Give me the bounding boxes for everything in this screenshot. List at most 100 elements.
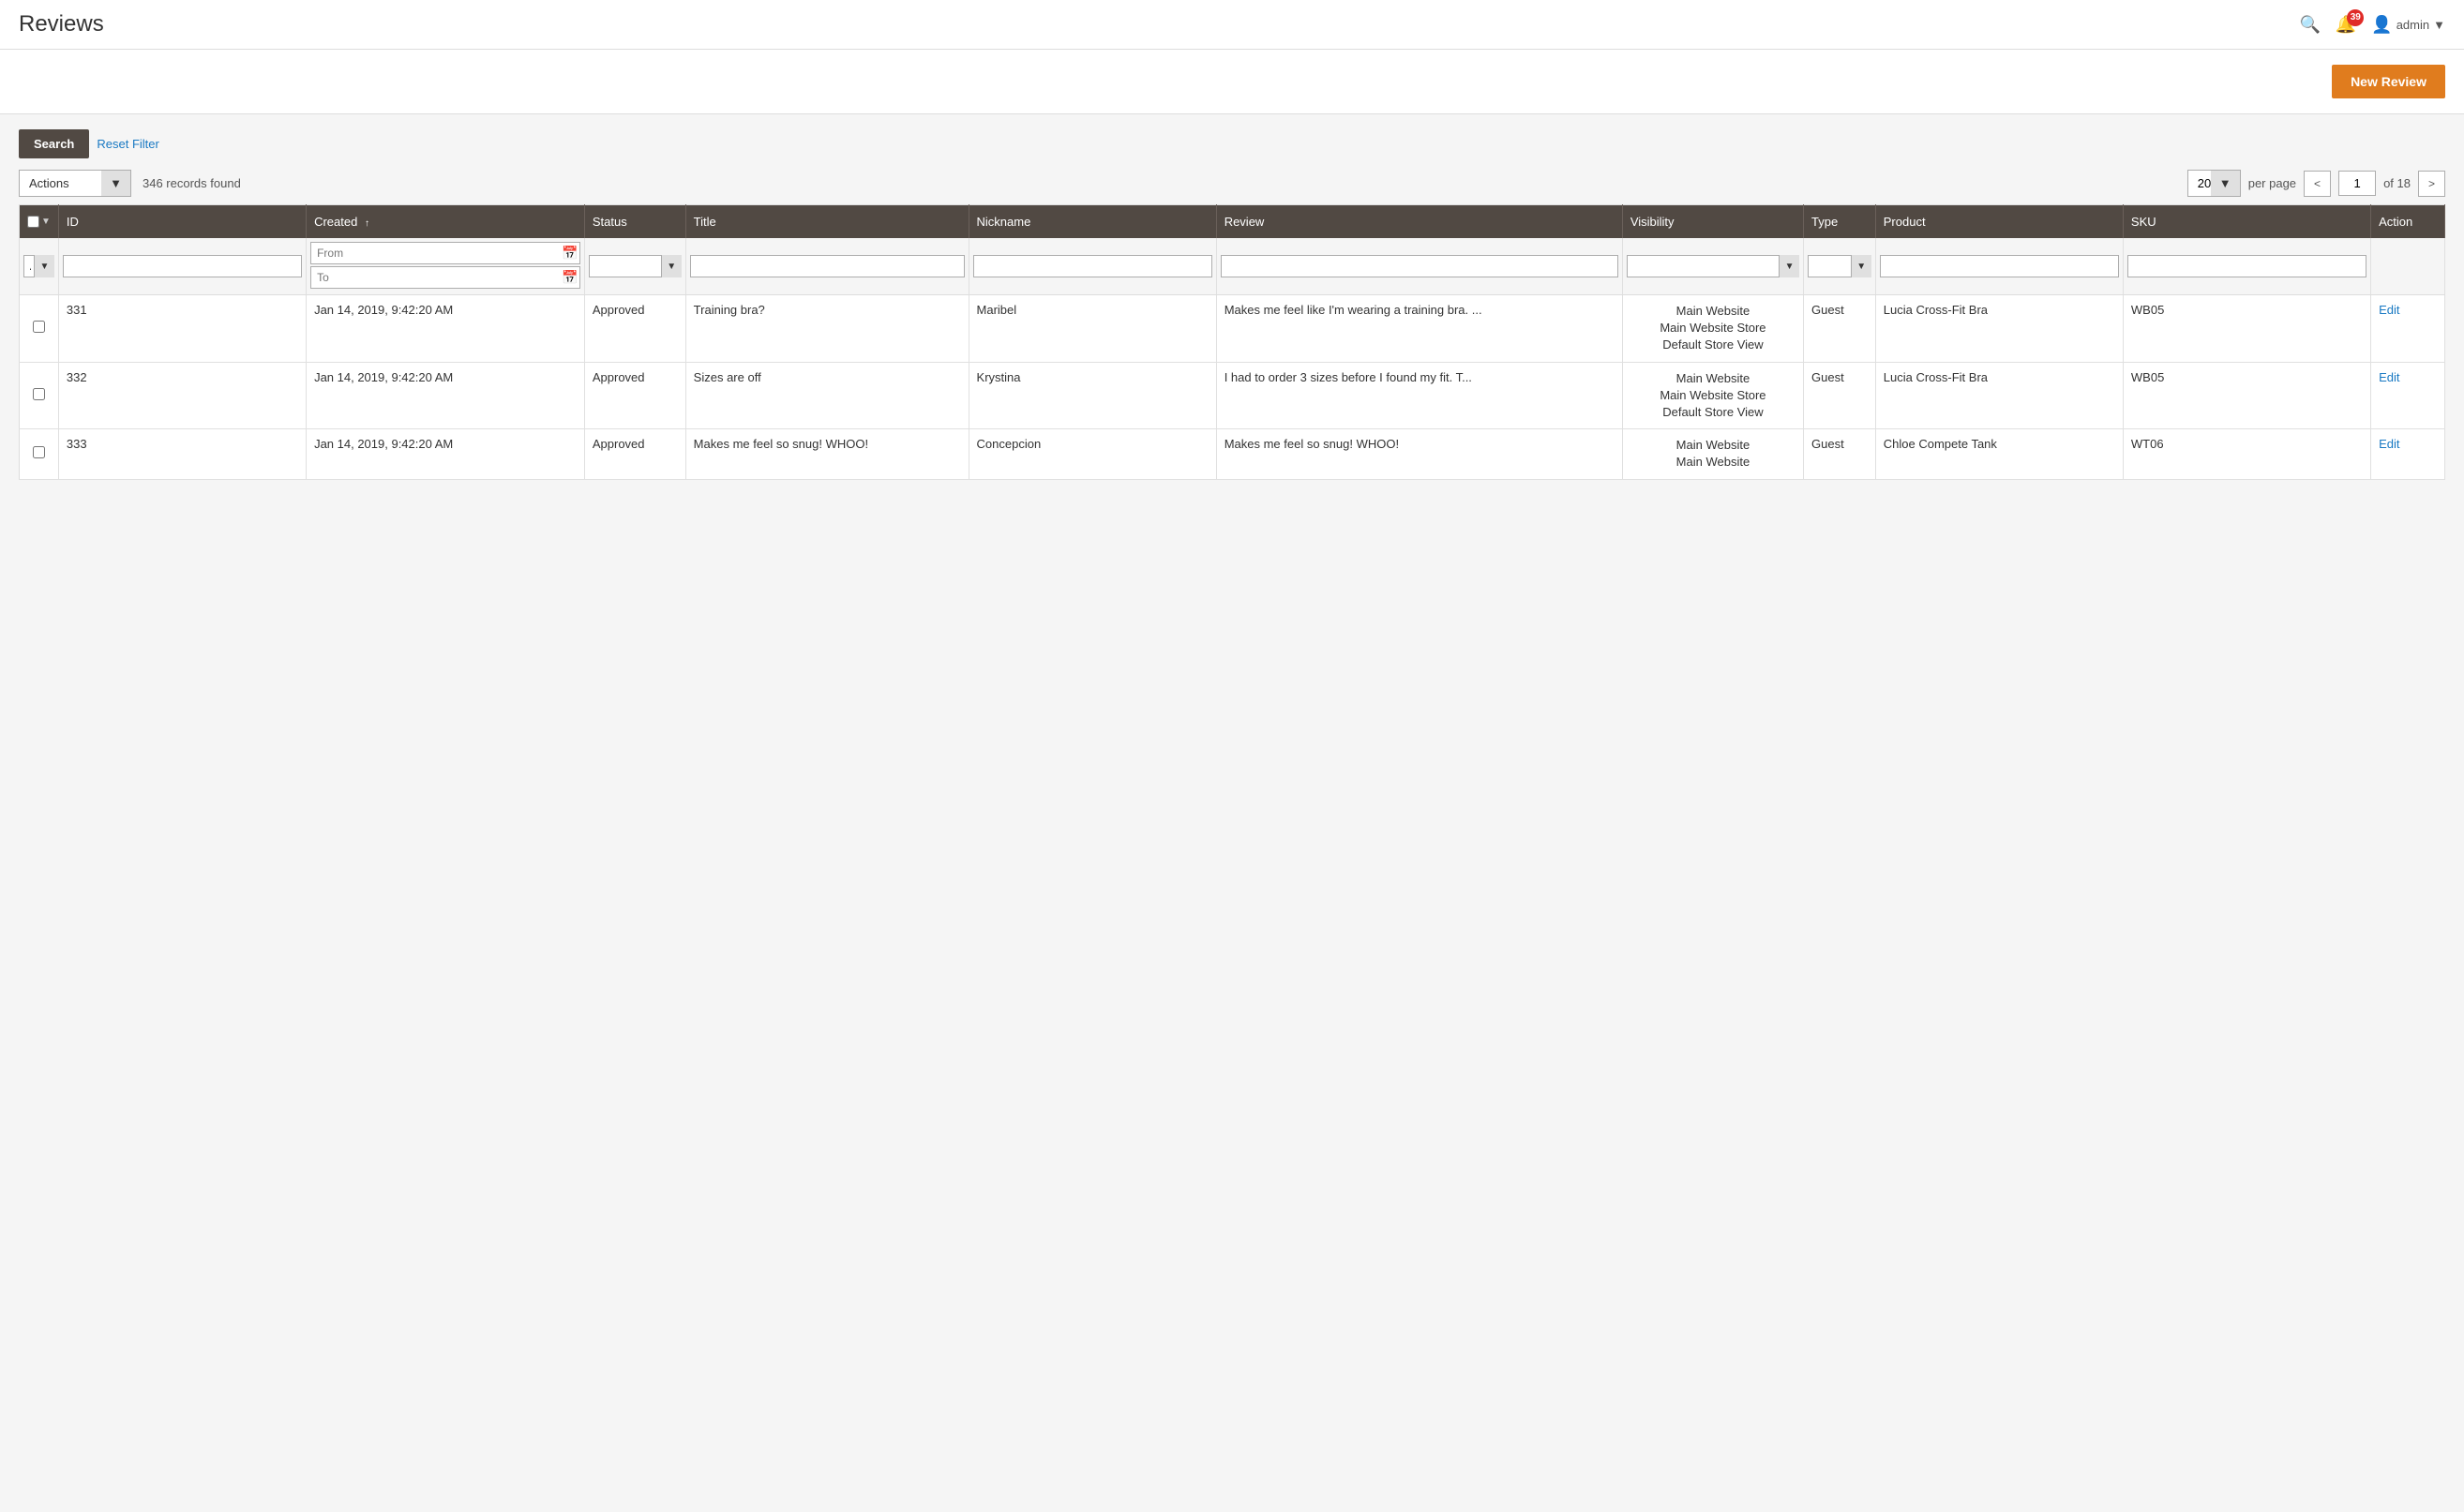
row-type: Guest (1804, 362, 1876, 429)
row-status: Approved (584, 295, 685, 363)
th-checkbox: ▼ (20, 205, 59, 239)
filter-cell-nickname (969, 238, 1216, 295)
admin-menu-button[interactable]: 👤 admin ▼ (2371, 15, 2445, 35)
row-checkbox[interactable] (33, 446, 45, 458)
row-title: Sizes are off (685, 362, 969, 429)
filter-review-input[interactable] (1221, 255, 1618, 277)
row-nickname: Maribel (969, 295, 1216, 363)
table-row: 331Jan 14, 2019, 9:42:20 AMApprovedTrain… (20, 295, 2445, 363)
filter-from-input[interactable] (310, 242, 580, 264)
row-status: Approved (584, 429, 685, 479)
filter-bar: Search Reset Filter (19, 129, 2445, 158)
chevron-down-icon: ▼ (2433, 18, 2445, 32)
row-visibility: Main WebsiteMain Website StoreDefault St… (1622, 362, 1803, 429)
row-title: Training bra? (685, 295, 969, 363)
filter-cell-sku (2123, 238, 2370, 295)
table-row: 333Jan 14, 2019, 9:42:20 AMApprovedMakes… (20, 429, 2445, 479)
select-all-arrow[interactable]: ▼ (41, 217, 51, 227)
filter-visibility-select[interactable] (1627, 255, 1799, 277)
th-id: ID (58, 205, 306, 239)
select-all-checkbox[interactable] (27, 216, 39, 228)
filter-cell-checkbox: Any ▼ (20, 238, 59, 295)
row-product: Chloe Compete Tank (1875, 429, 2123, 479)
table-header-row: ▼ ID Created ↑ Status Title Nickname Rev… (20, 205, 2445, 239)
notification-badge: 39 (2347, 9, 2364, 26)
per-page-label: per page (2248, 176, 2296, 190)
row-sku: WB05 (2123, 295, 2370, 363)
row-type: Guest (1804, 429, 1876, 479)
row-checkbox-cell (20, 362, 59, 429)
reviews-table: ▼ ID Created ↑ Status Title Nickname Rev… (19, 204, 2445, 480)
search-icon-button[interactable]: 🔍 (2299, 15, 2320, 35)
row-visibility: Main WebsiteMain Website (1622, 429, 1803, 479)
th-action: Action (2371, 205, 2445, 239)
filter-cell-created: 📅 📅 (307, 238, 585, 295)
row-sku: WB05 (2123, 362, 2370, 429)
row-type: Guest (1804, 295, 1876, 363)
table-row: 332Jan 14, 2019, 9:42:20 AMApprovedSizes… (20, 362, 2445, 429)
page-title: Reviews (19, 11, 104, 37)
header: Reviews 🔍 🔔 39 👤 admin ▼ (0, 0, 2464, 50)
filter-to-input[interactable] (310, 266, 580, 289)
page-number-input[interactable]: 1 (2338, 171, 2376, 196)
filter-id-input[interactable] (63, 255, 302, 277)
actions-select-wrapper: Actions ▼ (19, 170, 131, 197)
th-status: Status (584, 205, 685, 239)
th-visibility: Visibility (1622, 205, 1803, 239)
row-action: Edit (2371, 429, 2445, 479)
row-visibility: Main WebsiteMain Website StoreDefault St… (1622, 295, 1803, 363)
th-title: Title (685, 205, 969, 239)
per-page-select[interactable]: 20 (2187, 170, 2241, 197)
row-product: Lucia Cross-Fit Bra (1875, 362, 2123, 429)
row-created: Jan 14, 2019, 9:42:20 AM (307, 295, 585, 363)
row-sku: WT06 (2123, 429, 2370, 479)
pagination-next-button[interactable]: > (2418, 171, 2445, 197)
new-review-button[interactable]: New Review (2332, 65, 2445, 98)
filter-cell-product (1875, 238, 2123, 295)
search-icon: 🔍 (2299, 15, 2320, 34)
filter-product-input[interactable] (1880, 255, 2119, 277)
filter-status-select[interactable] (589, 255, 682, 277)
filter-cell-action (2371, 238, 2445, 295)
row-review: Makes me feel so snug! WHOO! (1216, 429, 1622, 479)
calendar-from-icon[interactable]: 📅 (562, 246, 578, 262)
filter-nickname-input[interactable] (973, 255, 1212, 277)
row-id: 333 (58, 429, 306, 479)
filter-row: Any ▼ 📅 📅 (20, 238, 2445, 295)
edit-link[interactable]: Edit (2379, 437, 2399, 451)
header-actions: 🔍 🔔 39 👤 admin ▼ (2299, 15, 2445, 35)
filter-type-select[interactable] (1808, 255, 1871, 277)
admin-label: admin (2396, 18, 2429, 32)
row-checkbox[interactable] (33, 321, 45, 333)
user-icon: 👤 (2371, 15, 2392, 35)
row-nickname: Krystina (969, 362, 1216, 429)
row-action: Edit (2371, 295, 2445, 363)
page-total: of 18 (2383, 176, 2411, 190)
pagination-prev-button[interactable]: < (2304, 171, 2331, 197)
edit-link[interactable]: Edit (2379, 303, 2399, 317)
th-product: Product (1875, 205, 2123, 239)
row-id: 331 (58, 295, 306, 363)
row-action: Edit (2371, 362, 2445, 429)
filter-sku-input[interactable] (2127, 255, 2366, 277)
actions-select[interactable]: Actions (19, 170, 131, 197)
row-id: 332 (58, 362, 306, 429)
row-checkbox[interactable] (33, 388, 45, 400)
per-page-select-wrapper: 20 ▼ (2187, 170, 2241, 197)
row-review: Makes me feel like I'm wearing a trainin… (1216, 295, 1622, 363)
filter-to-wrapper: 📅 (310, 266, 580, 289)
filter-cell-type: ▼ (1804, 238, 1876, 295)
reset-filter-link[interactable]: Reset Filter (97, 129, 158, 158)
notifications-bell[interactable]: 🔔 39 (2336, 15, 2356, 35)
filter-any-select[interactable]: Any (23, 255, 54, 277)
calendar-to-icon[interactable]: 📅 (562, 270, 578, 286)
search-button[interactable]: Search (19, 129, 89, 158)
table-controls-right: 20 ▼ per page < 1 of 18 > (2187, 170, 2445, 197)
row-checkbox-cell (20, 429, 59, 479)
th-sku: SKU (2123, 205, 2370, 239)
row-product: Lucia Cross-Fit Bra (1875, 295, 2123, 363)
filter-title-input[interactable] (690, 255, 965, 277)
sort-indicator: ↑ (365, 218, 369, 229)
edit-link[interactable]: Edit (2379, 370, 2399, 384)
row-nickname: Concepcion (969, 429, 1216, 479)
